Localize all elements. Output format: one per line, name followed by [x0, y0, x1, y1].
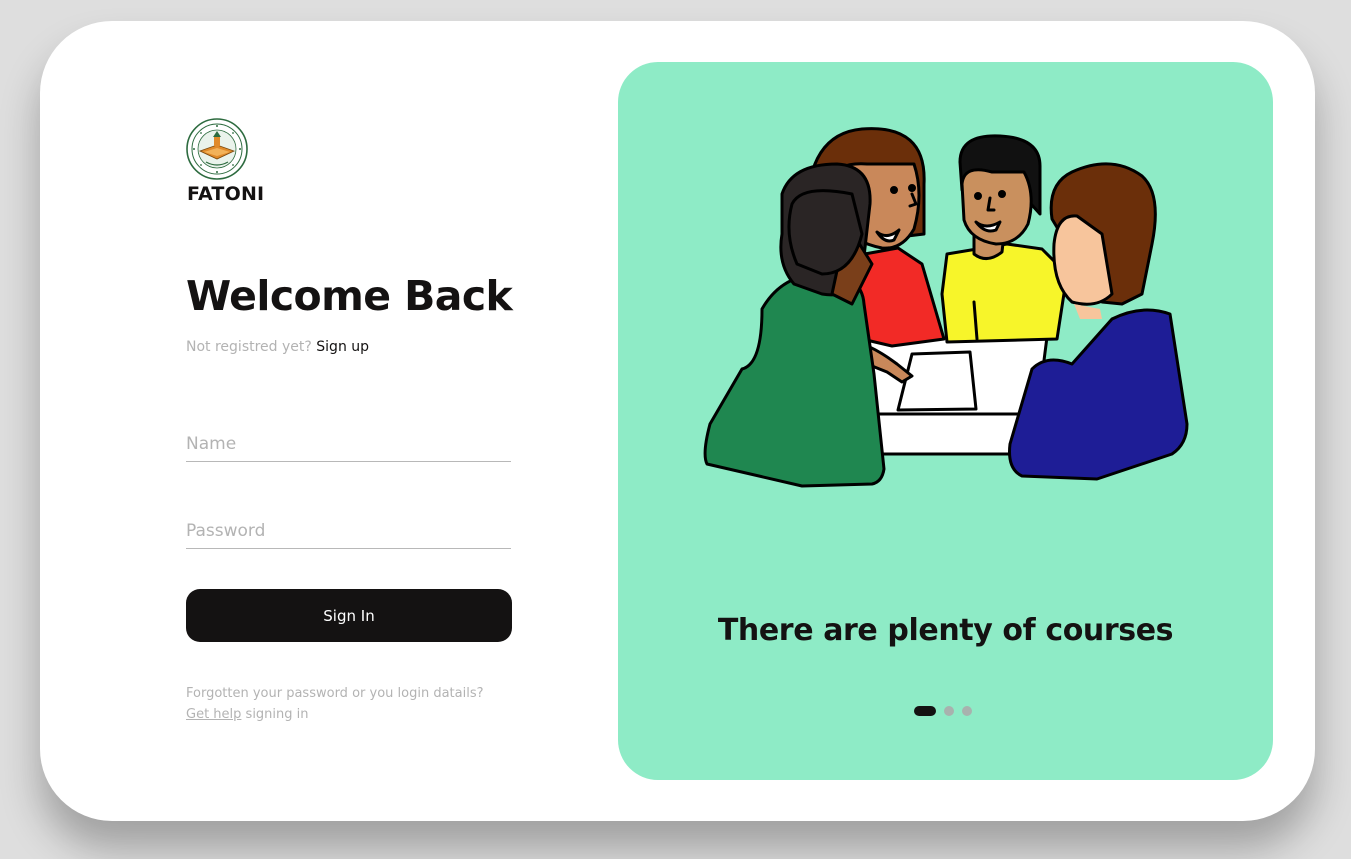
- help-text: Forgotten your password or you login dat…: [186, 683, 526, 725]
- university-seal-icon: [186, 118, 248, 180]
- password-input[interactable]: [186, 514, 511, 549]
- carousel-dots: [914, 706, 972, 716]
- name-input[interactable]: [186, 427, 511, 462]
- promo-panel: There are plenty of courses: [618, 62, 1273, 780]
- carousel-dot-1[interactable]: [914, 706, 936, 716]
- page-title: Welcome Back: [186, 272, 513, 320]
- login-card: FATONI Welcome Back Not registred yet? S…: [40, 21, 1315, 821]
- login-panel: FATONI Welcome Back Not registred yet? S…: [40, 21, 618, 821]
- help-text-suffix: signing in: [245, 707, 309, 722]
- signup-prompt: Not registred yet? Sign up: [186, 339, 369, 355]
- sign-in-button[interactable]: Sign In: [186, 589, 512, 642]
- brand-name: FATONI: [187, 183, 265, 205]
- carousel-dot-2[interactable]: [944, 706, 954, 716]
- help-text-line: Forgotten your password or you login dat…: [186, 686, 484, 701]
- carousel-dot-3[interactable]: [962, 706, 972, 716]
- get-help-link[interactable]: Get help: [186, 707, 241, 722]
- promo-tagline: There are plenty of courses: [717, 613, 1174, 648]
- signup-link[interactable]: Sign up: [316, 339, 369, 355]
- signup-prompt-text: Not registred yet?: [186, 339, 312, 355]
- students-group-illustration: [703, 127, 1189, 488]
